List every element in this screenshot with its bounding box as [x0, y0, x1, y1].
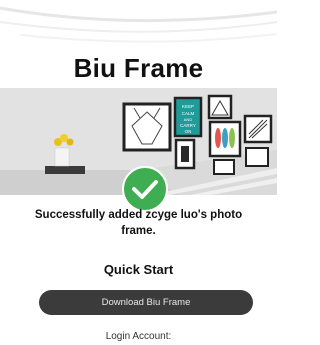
frame-small-2 [213, 159, 235, 175]
frame-small-3 [245, 147, 269, 167]
poster-line-1: KEEP [182, 104, 194, 109]
poster-line-2: CALM [182, 111, 195, 116]
poster-line-3: AND [184, 117, 193, 122]
app-title: Biu Frame [73, 53, 204, 83]
frame-deer [122, 102, 172, 152]
quick-start-heading: Quick Start [103, 262, 174, 277]
success-message: Successfully added zcyge luo's photo fra… [34, 209, 243, 237]
success-check-icon [122, 166, 168, 212]
download-button[interactable]: Download Biu Frame [39, 290, 253, 315]
flower-3 [66, 138, 74, 146]
login-account-label: Login Account: [105, 331, 172, 342]
poster-line-4: CARRY [180, 123, 196, 128]
decorative-swoosh [0, 6, 277, 43]
poster-line-5: ON [185, 129, 192, 134]
